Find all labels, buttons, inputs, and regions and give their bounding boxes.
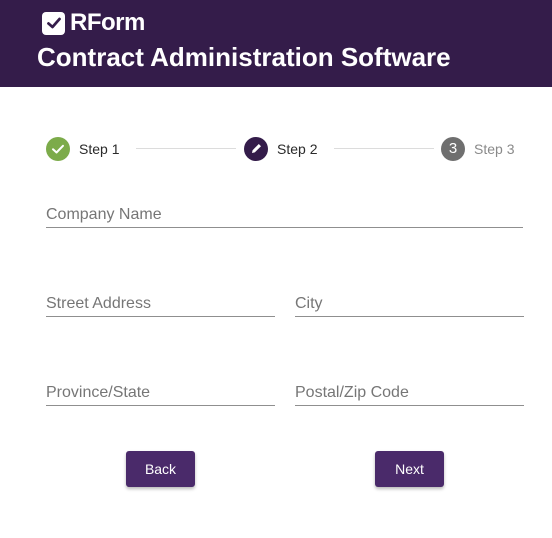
page-title: Contract Administration Software: [37, 42, 451, 72]
company-name-input[interactable]: [46, 204, 523, 226]
check-icon: [46, 136, 70, 161]
step-1[interactable]: Step 1: [46, 136, 119, 161]
province-state-input[interactable]: [46, 382, 275, 404]
step-connector: [334, 148, 434, 149]
checkbox-logo-icon: [42, 11, 65, 35]
postal-zip-input[interactable]: [295, 382, 524, 404]
logo: RForm: [42, 9, 145, 36]
city-input[interactable]: [295, 293, 524, 315]
stepper: Step 1 Step 2 3 Step 3: [0, 136, 552, 161]
next-button[interactable]: Next: [375, 451, 444, 487]
step-3-label: Step 3: [474, 140, 515, 157]
street-address-field: [46, 293, 275, 317]
postal-zip-field: [295, 382, 524, 406]
app-header: RForm Contract Administration Software: [0, 0, 552, 87]
step-connector: [136, 148, 236, 149]
city-field: [295, 293, 524, 317]
company-name-field: [46, 204, 523, 228]
step-1-label: Step 1: [79, 140, 120, 157]
step-2[interactable]: Step 2: [244, 136, 317, 161]
pencil-icon: [244, 136, 268, 161]
province-state-field: [46, 382, 275, 406]
step-3[interactable]: 3 Step 3: [441, 136, 514, 161]
back-button[interactable]: Back: [126, 451, 195, 487]
step-2-label: Step 2: [277, 140, 318, 157]
step-3-number: 3: [441, 136, 465, 161]
logo-text: RForm: [70, 9, 145, 36]
street-address-input[interactable]: [46, 293, 275, 315]
